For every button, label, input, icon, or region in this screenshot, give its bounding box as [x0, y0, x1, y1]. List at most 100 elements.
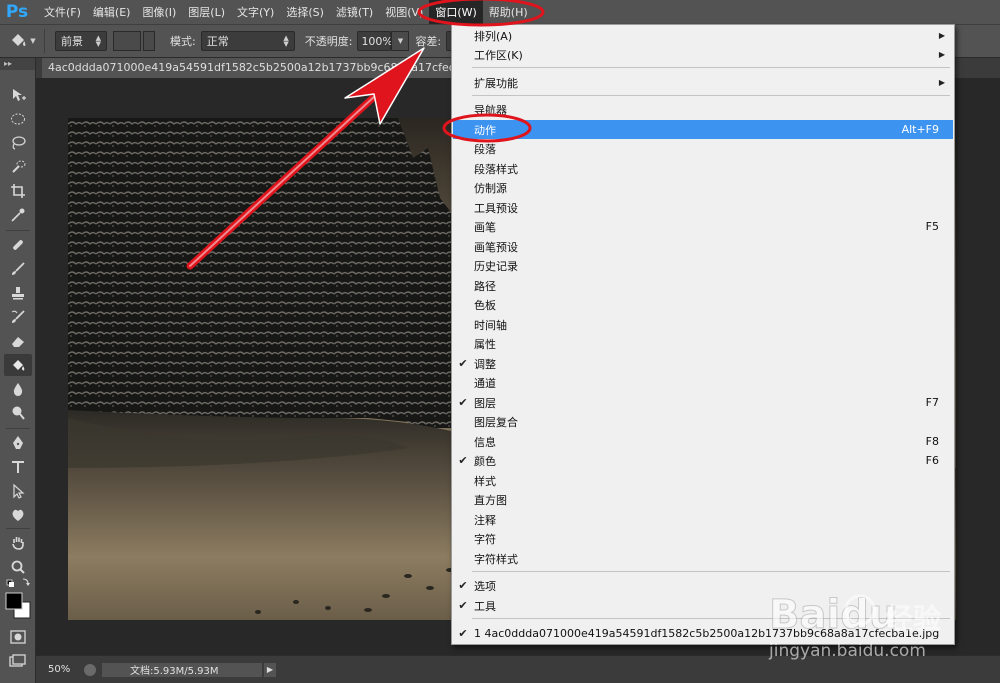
submenu-arrow-icon: ▶	[938, 78, 945, 87]
tool-crop[interactable]	[4, 180, 32, 202]
shortcut-text: F6	[925, 454, 939, 467]
tool-quick-select[interactable]	[4, 156, 32, 178]
chevron-down-icon: ▼	[30, 37, 36, 45]
opacity-input[interactable]: 100%	[357, 31, 393, 51]
menu-item-info[interactable]: 信息 F8	[453, 432, 953, 451]
menu-item-workspace[interactable]: 工作区(K) ▶	[453, 45, 953, 64]
tool-brush[interactable]	[4, 258, 32, 280]
shortcut-text: Alt+F9	[901, 123, 939, 136]
menu-type[interactable]: 文字(Y)	[231, 0, 280, 24]
baidu-watermark: Baidu 经验 jingyan.baidu.com	[765, 574, 995, 664]
tool-path-select[interactable]	[4, 480, 32, 502]
checkmark-icon: ✔	[458, 579, 468, 592]
history-brush-icon	[11, 310, 25, 323]
menu-item-actions[interactable]: 动作 Alt+F9	[453, 120, 953, 139]
swap-colors-icon	[6, 578, 30, 587]
zoom-level[interactable]: 50%	[36, 664, 76, 675]
path-selection-icon	[13, 483, 25, 499]
status-info-icon[interactable]	[84, 663, 96, 676]
mode-select[interactable]: 正常 ▲ ▼	[200, 31, 295, 51]
document-tab[interactable]: 4ac0ddda071000e419a54591df1582c5b2500a12…	[42, 58, 462, 78]
screen-mode[interactable]	[4, 650, 32, 672]
pattern-picker-arrow[interactable]	[143, 31, 155, 51]
menu-item-tool-presets[interactable]: 工具预设	[453, 198, 953, 217]
menu-file[interactable]: 文件(F)	[38, 0, 87, 24]
tool-zoom[interactable]	[4, 556, 32, 578]
tool-shape[interactable]	[4, 504, 32, 526]
menu-separator	[472, 67, 950, 68]
chevron-down-icon: ▼	[397, 37, 404, 45]
checkmark-icon: ✔	[458, 454, 468, 467]
panel-collapse-icon[interactable]: ▸▸	[0, 58, 35, 70]
tool-eyedropper[interactable]	[4, 204, 32, 226]
menu-edit[interactable]: 编辑(E)	[87, 0, 137, 24]
tool-preset-picker[interactable]: ▼	[0, 24, 44, 58]
menu-item-extensions[interactable]: 扩展功能 ▶	[453, 73, 953, 92]
menu-item-swatches[interactable]: 色板	[453, 295, 953, 314]
menu-filter[interactable]: 滤镜(T)	[330, 0, 379, 24]
tool-lasso[interactable]	[4, 132, 32, 154]
menu-item-color[interactable]: ✔ 颜色 F6	[453, 451, 953, 470]
tool-healing[interactable]	[4, 234, 32, 256]
color-swap-controls[interactable]	[4, 576, 32, 590]
menu-item-arrange[interactable]: 排列(A) ▶	[453, 26, 953, 45]
menu-item-adjustments[interactable]: ✔ 调整	[453, 354, 953, 373]
opacity-value: 100%	[361, 34, 393, 48]
pattern-picker[interactable]	[113, 31, 141, 51]
menu-item-navigator[interactable]: 导航器	[453, 100, 953, 119]
menu-item-layers[interactable]: ✔ 图层 F7	[453, 393, 953, 412]
menu-item-styles[interactable]: 样式	[453, 471, 953, 490]
menu-item-timeline[interactable]: 时间轴	[453, 315, 953, 334]
tool-eraser[interactable]	[4, 330, 32, 352]
zoom-icon	[11, 560, 25, 574]
menu-item-brush[interactable]: 画笔 F5	[453, 217, 953, 236]
menu-item-notes[interactable]: 注释	[453, 510, 953, 529]
menu-item-histogram[interactable]: 直方图	[453, 490, 953, 509]
menu-item-properties[interactable]: 属性	[453, 334, 953, 353]
tool-move[interactable]	[4, 84, 32, 106]
quick-selection-icon	[12, 160, 26, 173]
tool-history-brush[interactable]	[4, 306, 32, 328]
menu-item-layer-comps[interactable]: 图层复合	[453, 412, 953, 431]
tool-dodge[interactable]	[4, 402, 32, 424]
baidu-watermark-logo: Baidu 经验 jingyan.baidu.com	[768, 592, 941, 662]
menu-bar: Ps 文件(F) 编辑(E) 图像(I) 图层(L) 文字(Y) 选择(S) 滤…	[0, 0, 1000, 24]
tool-pen[interactable]	[4, 432, 32, 454]
checkmark-icon: ✔	[458, 357, 468, 370]
menu-item-character-styles[interactable]: 字符样式	[453, 549, 953, 568]
document-size: 文档:5.93M/5.93M	[102, 662, 262, 677]
tool-blur[interactable]	[4, 378, 32, 400]
menu-item-paragraph-styles[interactable]: 段落样式	[453, 159, 953, 178]
tool-type[interactable]	[4, 456, 32, 478]
quick-mask-mode[interactable]	[4, 626, 32, 648]
menu-help[interactable]: 帮助(H)	[483, 0, 534, 24]
tool-paint-bucket[interactable]	[4, 354, 32, 376]
fill-source-select[interactable]: 前景 ▲ ▼	[55, 31, 107, 51]
menu-item-brush-presets[interactable]: 画笔预设	[453, 237, 953, 256]
menu-item-character[interactable]: 字符	[453, 529, 953, 548]
menu-item-paths[interactable]: 路径	[453, 276, 953, 295]
stamp-icon	[12, 287, 24, 300]
tool-clone-stamp[interactable]	[4, 282, 32, 304]
tool-marquee[interactable]	[4, 108, 32, 130]
menu-item-paragraph[interactable]: 段落	[453, 139, 953, 158]
tools-panel: ▸▸	[0, 58, 36, 683]
status-menu-arrow-icon[interactable]: ▶	[264, 662, 276, 677]
menu-view[interactable]: 视图(V)	[379, 0, 429, 24]
menu-layer[interactable]: 图层(L)	[182, 0, 231, 24]
foreground-background-colors[interactable]	[4, 590, 32, 622]
divider	[6, 428, 30, 429]
divider	[6, 230, 30, 231]
menu-item-channels[interactable]: 通道	[453, 373, 953, 392]
menu-select[interactable]: 选择(S)	[280, 0, 330, 24]
divider	[6, 528, 30, 529]
menu-window[interactable]: 窗口(W)	[429, 0, 483, 24]
crop-icon	[11, 184, 25, 198]
blur-drop-icon	[13, 383, 23, 396]
menu-image[interactable]: 图像(I)	[136, 0, 182, 24]
quick-mask-icon	[10, 630, 26, 644]
menu-item-clone-source[interactable]: 仿制源	[453, 178, 953, 197]
opacity-slider-button[interactable]: ▼	[391, 31, 410, 51]
menu-item-history[interactable]: 历史记录	[453, 256, 953, 275]
tool-hand[interactable]	[4, 532, 32, 554]
